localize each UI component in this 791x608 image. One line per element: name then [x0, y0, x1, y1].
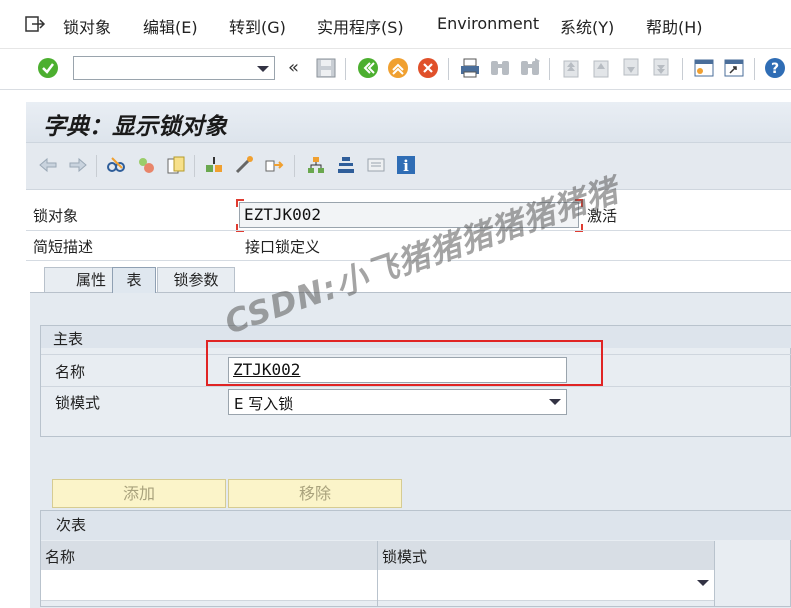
collapse-icon[interactable]: «: [288, 57, 299, 78]
menu-item-goto[interactable]: 转到(G): [229, 14, 286, 38]
toolbar-separator: [294, 155, 295, 177]
other-object-icon[interactable]: [166, 155, 186, 175]
tab-label: 表: [126, 271, 142, 289]
application-toolbar: i: [26, 143, 791, 190]
new-session-icon[interactable]: [693, 57, 715, 79]
toolbar-separator: [345, 58, 346, 80]
toolbar-separator: [448, 58, 449, 80]
tab-label: 属性: [75, 271, 106, 289]
svg-text:?: ?: [771, 61, 779, 77]
where-used-icon[interactable]: [264, 155, 284, 175]
find-icon[interactable]: [489, 57, 511, 79]
menu-item-environment[interactable]: Environment: [437, 14, 539, 33]
enter-icon[interactable]: [37, 57, 59, 79]
info-icon[interactable]: i: [396, 155, 416, 175]
help-icon[interactable]: ?: [764, 57, 786, 79]
lock-object-label: 锁对象: [33, 207, 79, 225]
lock-object-value: EZTJK002: [244, 205, 322, 224]
tab-lock-parameters[interactable]: 锁参数: [157, 267, 235, 293]
chevron-down-icon[interactable]: [257, 66, 269, 72]
toolbar-separator: [754, 58, 755, 80]
arrow-right-icon[interactable]: [68, 155, 88, 175]
toolbar-separator: [194, 155, 195, 177]
cancel-icon[interactable]: [417, 57, 439, 79]
save-icon[interactable]: [315, 57, 337, 79]
menu-item-edit[interactable]: 编辑(E): [143, 14, 198, 38]
column-divider: [377, 541, 378, 607]
command-field[interactable]: [73, 56, 275, 80]
secondary-tables-title: 次表: [56, 516, 87, 534]
print-icon[interactable]: [459, 57, 481, 79]
exit-icon[interactable]: [387, 57, 409, 79]
find-next-icon[interactable]: [519, 57, 541, 79]
short-description-label: 简短描述: [33, 238, 94, 256]
menu-item-help[interactable]: 帮助(H): [646, 14, 703, 38]
column-header-name[interactable]: 名称: [45, 546, 75, 567]
menu-item-lock-object[interactable]: 锁对象: [63, 14, 111, 38]
title-bar: 字典：显示锁对象: [26, 102, 791, 143]
highlight-box: [206, 340, 603, 386]
table-name-label: 名称: [55, 363, 86, 381]
display-change-icon[interactable]: [106, 155, 126, 175]
divider: [26, 230, 791, 231]
page-title: 字典：显示锁对象: [43, 113, 227, 140]
toolbar-separator: [96, 155, 97, 177]
column-divider: [714, 541, 715, 607]
menu-item-utilities[interactable]: 实用程序(S): [317, 14, 404, 38]
required-bracket: [236, 199, 244, 207]
lock-mode-select[interactable]: E 写入锁: [228, 389, 567, 415]
tab-label: 锁参数: [173, 271, 219, 289]
shortcut-icon[interactable]: [723, 57, 745, 79]
svg-text:i: i: [403, 157, 409, 175]
menu-exit-icon[interactable]: [24, 15, 46, 33]
add-button[interactable]: 添加: [52, 479, 226, 508]
left-strip: [0, 90, 26, 607]
toolbar-separator: [549, 58, 550, 80]
back-icon[interactable]: [357, 57, 379, 79]
arrow-left-icon[interactable]: [38, 155, 58, 175]
short-description-value: 接口锁定义: [245, 238, 321, 256]
last-page-icon[interactable]: [650, 57, 672, 79]
distribute-icon[interactable]: [336, 155, 356, 175]
lock-mode-value: E 写入锁: [234, 395, 294, 413]
menu-item-system[interactable]: 系统(Y): [560, 14, 614, 38]
primary-table-group-title: 主表: [53, 330, 84, 348]
chevron-down-icon[interactable]: [697, 580, 709, 586]
menu-bar: 锁对象 编辑(E) 转到(G) 实用程序(S) Environment 系统(Y…: [0, 0, 791, 49]
group-header: [41, 511, 791, 540]
system-toolbar: « ?: [0, 49, 791, 90]
active-inactive-icon[interactable]: [136, 155, 156, 175]
remove-button[interactable]: 移除: [228, 479, 402, 508]
first-page-icon[interactable]: [560, 57, 582, 79]
column-header-lock-mode[interactable]: 锁模式: [382, 546, 427, 567]
divider: [41, 386, 791, 387]
tab-tables[interactable]: 表: [112, 267, 156, 293]
previous-page-icon[interactable]: [590, 57, 612, 79]
hierarchy-icon[interactable]: [306, 155, 326, 175]
lock-mode-label: 锁模式: [55, 394, 101, 412]
check-icon[interactable]: [204, 155, 224, 175]
next-page-icon[interactable]: [620, 57, 642, 79]
activate-icon[interactable]: [234, 155, 254, 175]
toolbar-separator: [682, 58, 683, 80]
documentation-icon[interactable]: [366, 155, 386, 175]
chevron-down-icon[interactable]: [549, 399, 561, 405]
